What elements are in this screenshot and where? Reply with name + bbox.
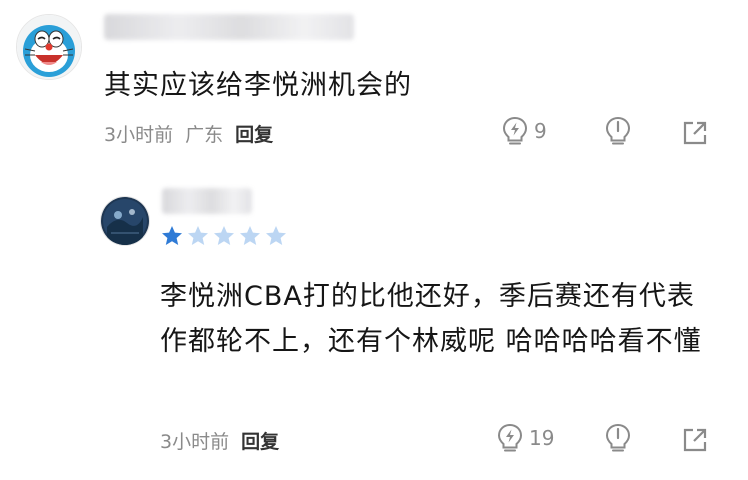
share-button[interactable]: [682, 120, 708, 146]
dislike-button[interactable]: [604, 116, 632, 146]
comment-text: 李悦洲CBA打的比他还好，季后赛还有代表作都轮不上，还有个林威呢 哈哈哈哈看不懂: [160, 281, 702, 357]
share-icon: [683, 428, 707, 452]
like-button[interactable]: 9: [502, 116, 547, 146]
like-icon: [502, 116, 528, 145]
lightbulb-icon: [605, 423, 631, 452]
comment-item: 其实应该给李悦洲机会的 3小时前 广东 回复 9: [0, 0, 748, 180]
like-count: 19: [529, 426, 555, 450]
share-button[interactable]: [682, 427, 708, 453]
comment-location: 广东: [185, 124, 224, 146]
reply-comment-item: 李悦洲CBA打的比他还好，季后赛还有代表作都轮不上，还有个林威呢 哈哈哈哈看不懂…: [0, 180, 748, 480]
reply-button[interactable]: 回复: [241, 427, 279, 454]
dark-blue-avatar-icon: [101, 197, 149, 245]
comment-time: 3小时前: [104, 124, 174, 146]
star-filled-icon: [162, 226, 182, 245]
like-button[interactable]: 19: [497, 423, 554, 453]
comment-meta: 3小时前 回复: [160, 427, 279, 454]
star-rating: [160, 224, 288, 252]
comment-meta: 3小时前 广东 回复: [104, 120, 273, 147]
comment-text: 其实应该给李悦洲机会的: [104, 70, 412, 101]
star-empty-icon: [240, 226, 260, 245]
comment-time: 3小时前: [160, 431, 230, 453]
lightbulb-icon: [605, 116, 631, 145]
dislike-button[interactable]: [604, 423, 632, 453]
reply-button[interactable]: 回复: [235, 120, 273, 147]
share-icon: [683, 121, 707, 145]
doraemon-avatar-icon: [17, 15, 81, 79]
star-empty-icon: [266, 226, 286, 245]
star-empty-icon: [188, 226, 208, 245]
star-empty-icon: [214, 226, 234, 245]
avatar[interactable]: [100, 196, 150, 246]
avatar[interactable]: [16, 14, 82, 80]
like-count: 9: [534, 119, 547, 143]
username-blurred[interactable]: [104, 14, 354, 40]
username-blurred[interactable]: [162, 188, 252, 214]
like-icon: [497, 423, 523, 452]
